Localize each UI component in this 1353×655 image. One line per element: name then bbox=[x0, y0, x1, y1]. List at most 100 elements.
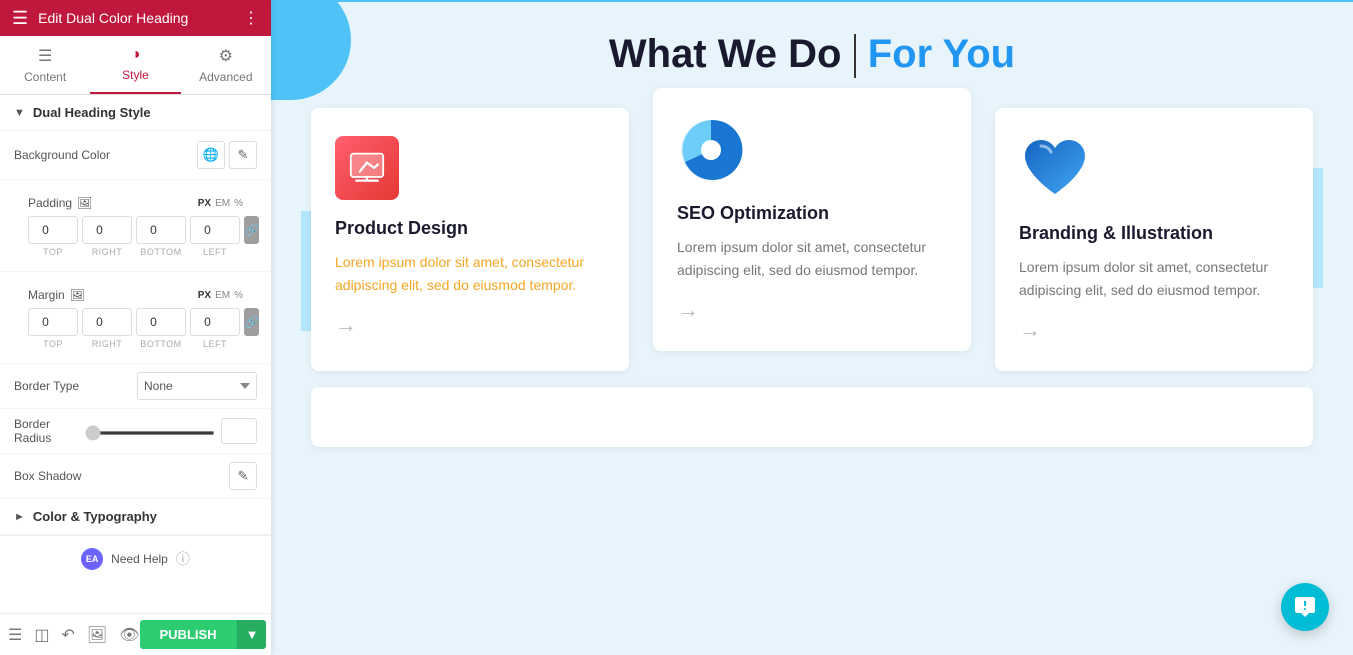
padding-right-input[interactable] bbox=[82, 216, 132, 244]
grid-icon[interactable]: ⋮ bbox=[243, 8, 259, 28]
panel-content: ▼ Dual Heading Style Background Color 🌐 … bbox=[0, 95, 271, 613]
bottom-icons: ☰ ◫ ↶ 🖼 👁 bbox=[8, 625, 140, 645]
padding-left-label: LEFT bbox=[190, 247, 240, 257]
margin-sub-labels: TOP RIGHT BOTTOM LEFT bbox=[14, 338, 257, 355]
margin-link-btn[interactable]: 🔗 bbox=[244, 308, 259, 336]
margin-bottom-label: BOTTOM bbox=[136, 339, 186, 349]
publish-button[interactable]: PUBLISH bbox=[140, 620, 237, 649]
monitor-icon: 🖼 bbox=[77, 196, 92, 210]
advanced-icon: ⚙ bbox=[219, 46, 233, 66]
padding-link-btn[interactable]: 🔗 bbox=[244, 216, 259, 244]
margin-bottom-input[interactable] bbox=[136, 308, 186, 336]
chat-icon bbox=[1293, 595, 1317, 619]
tab-style[interactable]: ◑ Style bbox=[90, 36, 180, 94]
layers-icon[interactable]: ☰ bbox=[8, 625, 22, 645]
color-typography-header[interactable]: ► Color & Typography bbox=[14, 509, 257, 524]
pages-icon[interactable]: ◫ bbox=[34, 625, 49, 645]
panel-header-left: ☰ Edit Dual Color Heading bbox=[12, 8, 188, 29]
need-help-section[interactable]: EA Need Help ⓘ bbox=[0, 535, 271, 582]
brand-icon-container bbox=[1019, 136, 1289, 209]
tab-content[interactable]: ☰ Content bbox=[0, 36, 90, 94]
desktop-icon[interactable]: 🖼 bbox=[87, 625, 107, 645]
accent-circle bbox=[271, 0, 351, 100]
margin-unit-em[interactable]: EM bbox=[215, 290, 230, 301]
main-area: What We Do For You bbox=[271, 0, 1353, 655]
main-heading: What We Do For You bbox=[311, 30, 1313, 78]
margin-top-input[interactable] bbox=[28, 308, 78, 336]
need-help-text: Need Help bbox=[111, 552, 168, 566]
margin-right-input[interactable] bbox=[82, 308, 132, 336]
product-icon-svg bbox=[349, 150, 385, 186]
border-radius-slider[interactable] bbox=[85, 431, 215, 435]
padding-bottom-input[interactable] bbox=[136, 216, 186, 244]
border-radius-input[interactable] bbox=[221, 418, 257, 444]
margin-top-label: TOP bbox=[28, 339, 78, 349]
section-dual-heading-style: ▼ Dual Heading Style bbox=[0, 95, 271, 131]
padding-units: PX EM % bbox=[198, 198, 243, 209]
ea-badge: EA bbox=[81, 548, 103, 570]
border-type-select[interactable]: None Solid Dashed Dotted Double bbox=[137, 372, 257, 400]
section-label: Dual Heading Style bbox=[33, 105, 151, 120]
box-shadow-edit-btn[interactable]: ✎ bbox=[229, 462, 257, 490]
margin-header: Margin 🖼 PX EM % bbox=[14, 280, 257, 306]
card-product-design: Product Design Lorem ipsum dolor sit ame… bbox=[311, 108, 629, 371]
padding-unit-percent[interactable]: % bbox=[234, 198, 243, 209]
padding-sub-labels: TOP RIGHT BOTTOM LEFT bbox=[14, 246, 257, 263]
seo-pie-chart bbox=[677, 116, 745, 184]
color-typography-section: ► Color & Typography bbox=[0, 499, 271, 535]
background-color-label: Background Color bbox=[14, 148, 110, 162]
panel-title: Edit Dual Color Heading bbox=[38, 10, 188, 26]
margin-label: Margin 🖼 bbox=[28, 288, 85, 302]
padding-top-input[interactable] bbox=[28, 216, 78, 244]
padding-unit-px[interactable]: PX bbox=[198, 198, 211, 209]
border-radius-row: Border Radius bbox=[0, 409, 271, 454]
tab-advanced[interactable]: ⚙ Advanced bbox=[181, 36, 271, 94]
seo-icon-container bbox=[677, 116, 947, 189]
padding-left-input[interactable] bbox=[190, 216, 240, 244]
border-radius-controls bbox=[85, 418, 257, 444]
undo-icon[interactable]: ↶ bbox=[61, 625, 74, 645]
product-design-arrow: → bbox=[335, 312, 605, 338]
globe-icon-btn[interactable]: 🌐 bbox=[197, 141, 225, 169]
box-shadow-row: Box Shadow ✎ bbox=[0, 454, 271, 499]
top-accent-line bbox=[271, 0, 1353, 2]
padding-inputs: 🔗 bbox=[14, 214, 257, 246]
background-color-row: Background Color 🌐 ✎ bbox=[0, 131, 271, 180]
publish-btn-group: PUBLISH ▼ bbox=[140, 620, 267, 649]
padding-label-text: Padding bbox=[28, 196, 72, 210]
cards-row: Product Design Lorem ipsum dolor sit ame… bbox=[311, 108, 1313, 371]
padding-header: Padding 🖼 PX EM % bbox=[14, 188, 257, 214]
seo-title: SEO Optimization bbox=[677, 203, 947, 224]
margin-control: Margin 🖼 PX EM % 🔗 TOP RIGHT BOTTOM bbox=[0, 272, 271, 364]
eye-icon[interactable]: 👁 bbox=[119, 625, 139, 645]
chevron-down-icon: ▼ bbox=[14, 107, 25, 119]
color-edit-btn[interactable]: ✎ bbox=[229, 141, 257, 169]
heading-area: What We Do For You bbox=[271, 0, 1353, 98]
product-design-title: Product Design bbox=[335, 218, 605, 239]
margin-units: PX EM % bbox=[198, 290, 243, 301]
margin-left-input[interactable] bbox=[190, 308, 240, 336]
partial-card-1 bbox=[311, 387, 1313, 447]
border-radius-label: Border Radius bbox=[14, 417, 85, 445]
chat-button[interactable] bbox=[1281, 583, 1329, 631]
padding-bottom-label: BOTTOM bbox=[136, 247, 186, 257]
padding-unit-em[interactable]: EM bbox=[215, 198, 230, 209]
left-panel: ☰ Edit Dual Color Heading ⋮ ☰ Content ◑ … bbox=[0, 0, 271, 655]
product-design-icon bbox=[335, 136, 399, 200]
tab-advanced-label: Advanced bbox=[199, 70, 252, 84]
margin-monitor-icon: 🖼 bbox=[70, 288, 85, 302]
panel-tabs: ☰ Content ◑ Style ⚙ Advanced bbox=[0, 36, 271, 95]
margin-unit-px[interactable]: PX bbox=[198, 290, 211, 301]
seo-text: Lorem ipsum dolor sit amet, consectetur … bbox=[677, 236, 947, 281]
margin-unit-percent[interactable]: % bbox=[234, 290, 243, 301]
tab-style-label: Style bbox=[122, 68, 149, 82]
hamburger-icon[interactable]: ☰ bbox=[12, 8, 28, 29]
brand-arrow: → bbox=[1019, 317, 1289, 343]
heading-text2: For You bbox=[868, 32, 1015, 76]
card-seo: SEO Optimization Lorem ipsum dolor sit a… bbox=[653, 88, 971, 351]
color-typography-chevron: ► bbox=[14, 511, 25, 523]
margin-inputs: 🔗 bbox=[14, 306, 257, 338]
publish-arrow-btn[interactable]: ▼ bbox=[237, 620, 267, 649]
brand-title: Branding & Illustration bbox=[1019, 223, 1289, 244]
padding-right-label: RIGHT bbox=[82, 247, 132, 257]
